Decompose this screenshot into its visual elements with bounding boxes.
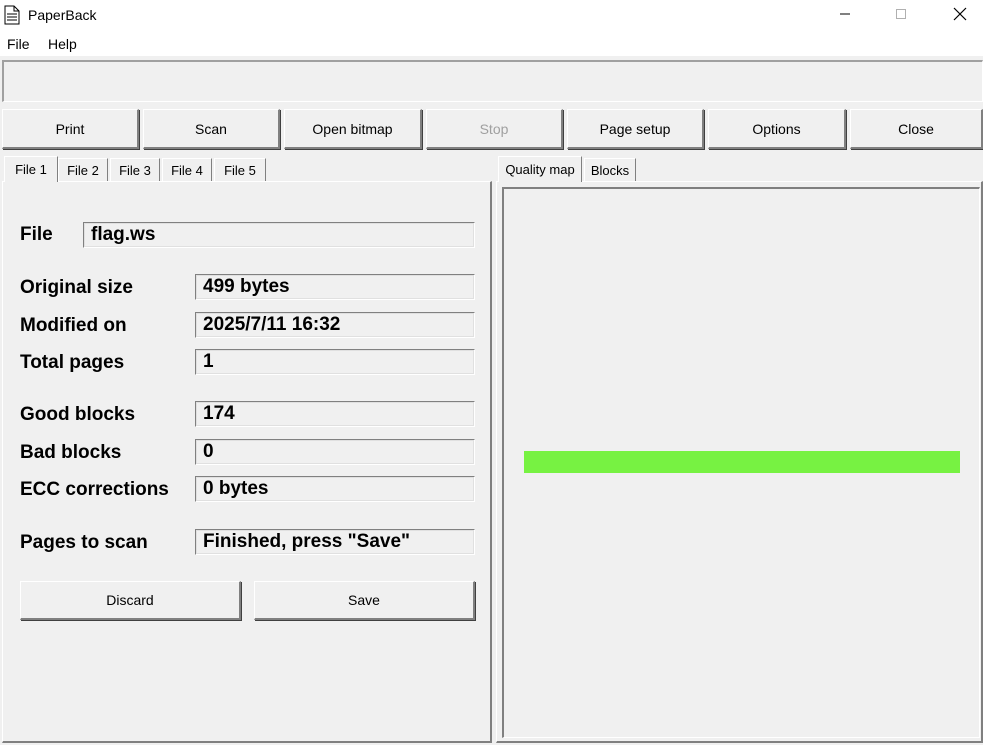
total-pages-value: 1	[195, 349, 475, 375]
title-bar[interactable]: PaperBack	[0, 0, 983, 32]
tab-file-5[interactable]: File 5	[214, 158, 266, 182]
maximize-icon	[895, 7, 907, 25]
good-blocks-value: 174	[195, 401, 475, 427]
tab-file-4[interactable]: File 4	[162, 158, 212, 182]
document-icon	[4, 5, 20, 25]
open-bitmap-button[interactable]: Open bitmap	[284, 109, 422, 149]
bad-blocks-value: 0	[195, 439, 475, 465]
discard-button[interactable]: Discard	[20, 581, 241, 620]
pages-to-scan-value: Finished, press "Save"	[195, 529, 475, 555]
options-button[interactable]: Options	[708, 109, 846, 149]
original-size-label: Original size	[20, 277, 133, 298]
modified-on-value: 2025/7/11 16:32	[195, 312, 475, 338]
close-icon	[953, 7, 967, 26]
minimize-button[interactable]	[822, 0, 868, 32]
pages-to-scan-label: Pages to scan	[20, 532, 148, 553]
tab-file-2[interactable]: File 2	[58, 158, 108, 182]
close-window-button[interactable]	[937, 0, 983, 32]
stop-button[interactable]: Stop	[426, 109, 563, 149]
scan-button[interactable]: Scan	[143, 109, 280, 149]
good-blocks-label: Good blocks	[20, 404, 136, 425]
tab-quality-map[interactable]: Quality map	[498, 156, 582, 182]
tab-file-1[interactable]: File 1	[4, 156, 58, 182]
file-value: flag.ws	[83, 222, 475, 248]
bad-blocks-label: Bad blocks	[20, 442, 122, 463]
ecc-corrections-label: ECC corrections	[20, 479, 169, 500]
menu-file[interactable]: File	[7, 36, 30, 52]
tab-file-3[interactable]: File 3	[110, 158, 160, 182]
save-button[interactable]: Save	[254, 581, 475, 620]
file-label: File	[20, 224, 53, 245]
menu-help[interactable]: Help	[48, 36, 77, 52]
original-size-value: 499 bytes	[195, 274, 475, 300]
total-pages-label: Total pages	[20, 352, 125, 373]
print-button[interactable]: Print	[2, 109, 139, 149]
file-info-panel: File flag.ws Original size 499 bytes Mod…	[2, 181, 492, 743]
page-setup-button[interactable]: Page setup	[567, 109, 704, 149]
quality-map-bar	[524, 451, 960, 473]
close-button[interactable]: Close	[850, 109, 983, 149]
minimize-icon	[839, 7, 851, 25]
tab-blocks[interactable]: Blocks	[584, 158, 636, 182]
maximize-button[interactable]	[878, 0, 924, 32]
quality-map-canvas	[502, 187, 980, 738]
menu-bar: File Help	[0, 32, 983, 56]
modified-on-label: Modified on	[20, 315, 127, 336]
quality-map-panel	[496, 181, 983, 743]
window-title: PaperBack	[28, 7, 97, 23]
status-field	[2, 60, 983, 102]
paperback-window: PaperBack File Help Print Scan Open bitm…	[0, 0, 983, 745]
ecc-corrections-value: 0 bytes	[195, 476, 475, 502]
